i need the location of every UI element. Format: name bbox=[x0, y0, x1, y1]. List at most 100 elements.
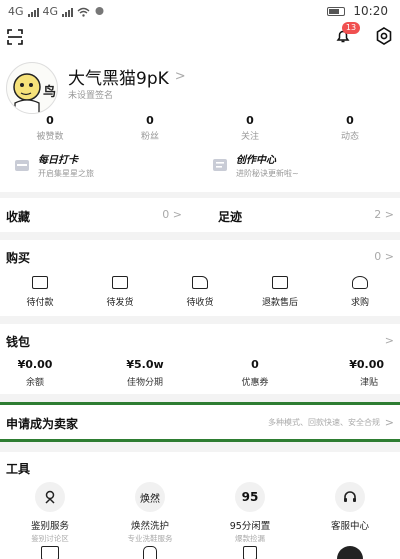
stat-value: 0 bbox=[246, 114, 254, 127]
pending-payment-item[interactable]: 待付款 bbox=[0, 276, 80, 308]
tool-authentication[interactable]: 鉴别服务 鉴别讨论区 bbox=[0, 482, 100, 544]
shield-icon bbox=[243, 546, 257, 559]
purchases-card: 购买 0 > 待付款 待发货 待收货 退款售后 求购 bbox=[0, 240, 400, 316]
stat-followers[interactable]: 0 粉丝 bbox=[100, 114, 200, 142]
tool-label: 95分闲置 bbox=[229, 521, 271, 532]
tools-row-2-peek bbox=[0, 546, 400, 559]
wallet-allowance[interactable]: ¥0.00 津贴 bbox=[290, 358, 400, 388]
wallet-label: 余额 bbox=[25, 378, 44, 388]
wallet-value: ¥0.00 bbox=[349, 358, 384, 371]
count-value: 0 bbox=[162, 208, 170, 221]
tool-label: 鉴别服务 bbox=[30, 521, 69, 532]
tool-customer-service[interactable]: 客服中心 bbox=[300, 482, 400, 544]
book-icon bbox=[41, 546, 59, 559]
tool-peek-3[interactable] bbox=[200, 546, 300, 559]
creator-center-tile[interactable]: 创作中心 进阶秘诀更新啦~ bbox=[212, 150, 392, 180]
truck-icon bbox=[192, 276, 208, 289]
wifi-icon bbox=[77, 7, 90, 17]
wallet-label: 津贴 bbox=[359, 378, 378, 388]
battery-icon bbox=[327, 6, 346, 16]
wallet-more[interactable]: > bbox=[385, 334, 394, 347]
purchases-more[interactable]: 0 > bbox=[374, 250, 394, 263]
avatar-caption: 鸟 bbox=[43, 85, 57, 100]
creator-icon bbox=[213, 159, 227, 171]
scan-icon bbox=[7, 29, 23, 45]
seller-subtitle: 多种模式、回款快速、安全合规 bbox=[268, 418, 380, 427]
promo-subtitle: 开启集星星之旅 bbox=[38, 169, 94, 178]
tool-peek-2[interactable] bbox=[100, 546, 200, 559]
scan-button[interactable] bbox=[6, 28, 24, 46]
tool-idle-95[interactable]: 95 95分闲置 爆款捡漏 bbox=[200, 482, 300, 544]
apply-seller-banner[interactable]: 申请成为卖家 多种模式、回款快速、安全合规 > bbox=[0, 402, 400, 442]
daily-checkin-tile[interactable]: 每日打卡 开启集星星之旅 bbox=[14, 150, 194, 180]
wallet-label: 佳物分期 bbox=[126, 378, 163, 388]
status-left: 4G 4G bbox=[8, 5, 105, 18]
purchase-status-row: 待付款 待发货 待收货 退款售后 求购 bbox=[0, 276, 400, 308]
settings-button[interactable] bbox=[374, 27, 394, 45]
tool-cleaning[interactable]: 焕然 焕然洗护 专业洗鞋服务 bbox=[100, 482, 200, 544]
profile-header: 13 鸟 大气黑猫9pK > 未设置签名 0 被赞数 0 粉丝 0 关注 0 动… bbox=[0, 22, 400, 192]
tools-row: 鉴别服务 鉴别讨论区 焕然 焕然洗护 专业洗鞋服务 95 95分闲置 爆款捡漏 … bbox=[0, 482, 400, 544]
wallet-icon bbox=[32, 276, 48, 289]
wallet-title: 钱包 bbox=[6, 335, 31, 349]
stat-label: 粉丝 bbox=[140, 132, 159, 142]
wallet-card: 钱包 > ¥0.00 余额 ¥5.0w 佳物分期 0 优惠券 ¥0.00 津贴 bbox=[0, 324, 400, 394]
pending-shipment-item[interactable]: 待发货 bbox=[80, 276, 160, 308]
status-time: 10:20 bbox=[353, 4, 388, 18]
wallet-value: 0 bbox=[251, 358, 259, 371]
status-right: 10:20 bbox=[327, 4, 388, 18]
stat-posts[interactable]: 0 动态 bbox=[300, 114, 400, 142]
wallet-installment[interactable]: ¥5.0w 佳物分期 bbox=[70, 358, 220, 388]
wallet-row: ¥0.00 余额 ¥5.0w 佳物分期 0 优惠券 ¥0.00 津贴 bbox=[0, 358, 400, 388]
gear-icon bbox=[376, 27, 392, 45]
stat-label: 关注 bbox=[240, 132, 259, 142]
tool-glyph: 95 bbox=[241, 490, 259, 504]
favorites-label: 收藏 bbox=[6, 210, 31, 224]
item-label: 待收货 bbox=[186, 298, 214, 308]
wallet-balance[interactable]: ¥0.00 余额 bbox=[0, 358, 70, 388]
collections-bar: 收藏 0 > 足迹 2 > bbox=[0, 198, 400, 232]
stat-label: 被赞数 bbox=[36, 132, 64, 142]
calendar-icon bbox=[15, 160, 29, 171]
wallet-value: ¥0.00 bbox=[17, 358, 53, 371]
carrier-2-label: 4G bbox=[42, 5, 59, 18]
notifications-button[interactable]: 13 bbox=[332, 22, 360, 46]
tool-peek-4[interactable] bbox=[300, 546, 400, 559]
wallet-coupons[interactable]: 0 优惠券 bbox=[220, 358, 290, 388]
wallet-value: ¥5.0w bbox=[126, 358, 164, 371]
stat-following[interactable]: 0 关注 bbox=[200, 114, 300, 142]
chevron-right-icon: > bbox=[384, 416, 394, 429]
refund-icon bbox=[272, 276, 288, 289]
tool-sub: 专业洗鞋服务 bbox=[127, 534, 173, 543]
pending-receipt-item[interactable]: 待收货 bbox=[160, 276, 240, 308]
chevron-right-icon: > bbox=[174, 69, 186, 84]
profile-name-row[interactable]: 大气黑猫9pK > bbox=[68, 64, 186, 89]
promo-subtitle: 进阶秘诀更新啦~ bbox=[236, 169, 299, 178]
stat-value: 0 bbox=[146, 114, 154, 127]
favorites-row[interactable]: 收藏 0 > bbox=[6, 208, 182, 225]
footprint-row[interactable]: 足迹 2 > bbox=[218, 208, 394, 225]
signal-icon bbox=[27, 7, 39, 17]
tool-label: 客服中心 bbox=[330, 521, 369, 532]
stat-likes[interactable]: 0 被赞数 bbox=[0, 114, 100, 142]
badge-icon bbox=[45, 490, 55, 504]
bag-icon bbox=[143, 546, 157, 559]
profile-signature[interactable]: 未设置签名 bbox=[68, 88, 113, 101]
profile-name: 大气黑猫9pK bbox=[68, 69, 169, 89]
footprint-count: 2 > bbox=[374, 208, 394, 221]
wallet-label: 优惠券 bbox=[241, 378, 269, 388]
tool-peek-1[interactable] bbox=[0, 546, 100, 559]
item-label: 待发货 bbox=[106, 298, 134, 308]
count-value: 0 bbox=[374, 250, 382, 263]
item-label: 求购 bbox=[350, 298, 369, 308]
favorites-count: 0 > bbox=[162, 208, 182, 221]
promo-title: 创作中心 bbox=[236, 155, 276, 166]
count-value: 2 bbox=[374, 208, 382, 221]
carrier-1-label: 4G bbox=[8, 5, 24, 18]
box-icon bbox=[112, 276, 128, 289]
footprint-label: 足迹 bbox=[218, 210, 243, 224]
avatar[interactable]: 鸟 bbox=[6, 62, 58, 114]
tool-glyph: 焕然 bbox=[140, 493, 160, 505]
refund-item[interactable]: 退款售后 bbox=[240, 276, 320, 308]
wanted-item[interactable]: 求购 bbox=[320, 276, 400, 308]
